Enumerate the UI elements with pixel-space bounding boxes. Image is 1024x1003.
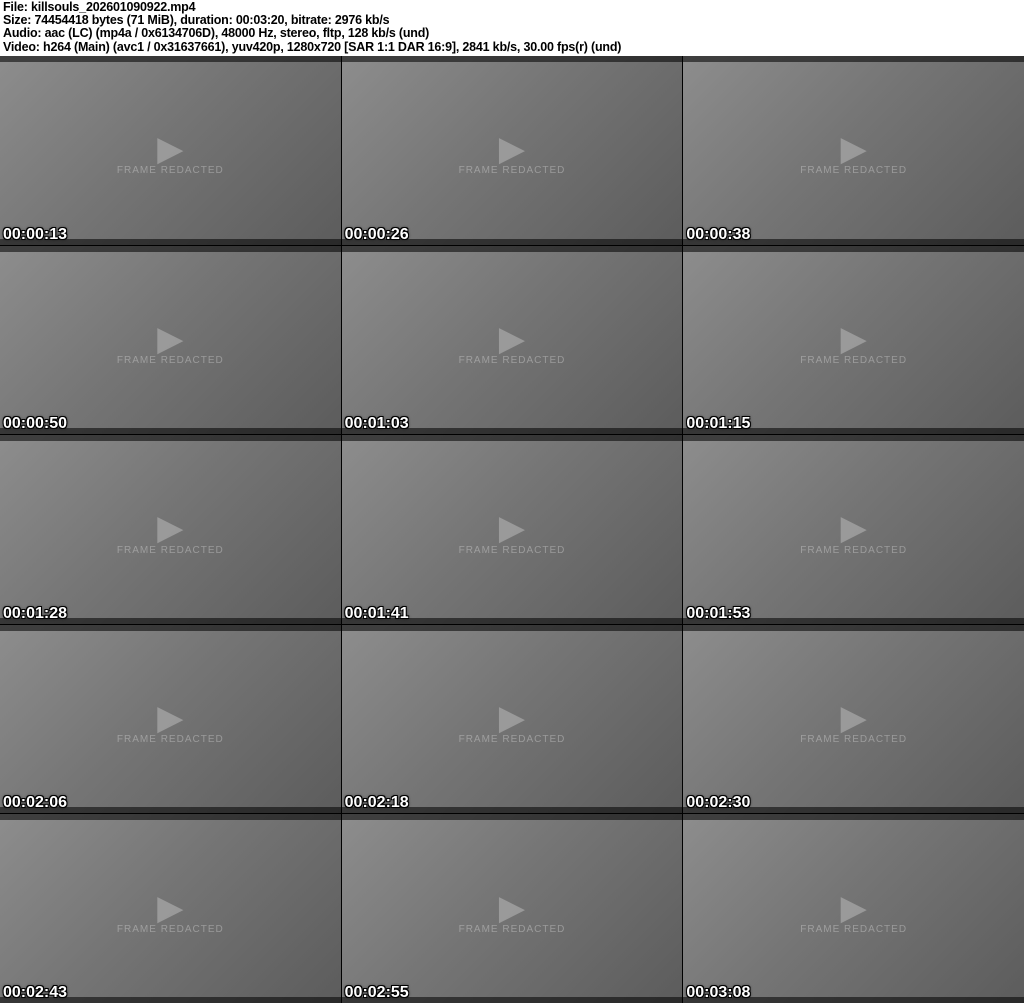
thumbnail-frame: ▶ frame redacted 00:00:50 [0,245,341,435]
timestamp-overlay: 00:00:50 [3,415,68,433]
timestamp-overlay: 00:01:41 [344,604,409,622]
timestamp-overlay: 00:01:15 [686,415,751,433]
redacted-frame-label: frame redacted [458,165,566,177]
play-icon: ▶ [157,888,184,927]
thumbnail-grid: ▶ frame redacted 00:00:13 ▶ frame redact… [0,56,1024,1003]
play-icon: ▶ [498,130,526,169]
thumbnail-frame: ▶ frame redacted 00:02:06 [0,624,341,814]
thumbnail-frame: ▶ frame redacted 00:01:28 [0,435,341,624]
thumbnail-frame: ▶ frame redacted 00:02:43 [0,814,341,1003]
thumbnail-frame: ▶ frame redacted 00:02:18 [341,624,683,814]
audio-info-line: Audio: aac (LC) (mp4a / 0x6134706D), 480… [3,26,430,41]
play-icon: ▶ [840,320,867,359]
redacted-frame-label: frame redacted [458,923,566,935]
redacted-frame-label: frame redacted [116,923,224,935]
play-icon: ▶ [157,320,184,359]
timestamp-overlay: 00:02:06 [3,794,68,812]
redacted-frame-label: frame redacted [800,165,908,177]
play-icon: ▶ [498,320,526,359]
timestamp-overlay: 00:02:55 [344,984,409,1001]
redacted-frame-label: frame redacted [800,354,908,366]
play-icon: ▶ [157,130,184,169]
video-info-line: Video: h264 (Main) (avc1 / 0x31637661), … [3,39,622,54]
thumbnail-frame: ▶ frame redacted 00:00:13 [0,56,341,245]
redacted-frame-label: frame redacted [116,544,224,556]
play-icon: ▶ [840,509,867,548]
thumbnail-frame: ▶ frame redacted 00:00:38 [683,56,1024,245]
redacted-frame-label: frame redacted [116,354,224,366]
redacted-frame-label: frame redacted [800,923,908,935]
thumbnail-frame: ▶ frame redacted 00:02:30 [683,624,1024,814]
timestamp-overlay: 00:03:08 [686,984,751,1001]
play-icon: ▶ [157,509,184,548]
thumbnail-frame: ▶ frame redacted 00:01:15 [683,245,1024,435]
video-contact-sheet: File: killsouls_202601090922.mp4 Size: 7… [0,0,1024,1003]
thumbnail-frame: ▶ frame redacted 00:03:08 [683,814,1024,1003]
thumbnail-frame: ▶ frame redacted 00:01:41 [341,435,683,624]
play-icon: ▶ [840,130,867,169]
redacted-frame-label: frame redacted [116,165,224,177]
redacted-frame-label: frame redacted [800,734,908,746]
play-icon: ▶ [157,699,184,738]
redacted-frame-label: frame redacted [116,734,224,746]
timestamp-overlay: 00:01:28 [3,604,68,622]
timestamp-overlay: 00:02:18 [344,794,409,812]
play-icon: ▶ [498,888,526,927]
play-icon: ▶ [498,699,526,738]
play-icon: ▶ [840,699,867,738]
thumbnail-frame: ▶ frame redacted 00:00:26 [341,56,683,245]
media-info-header: File: killsouls_202601090922.mp4 Size: 7… [0,0,1024,56]
thumbnail-frame: ▶ frame redacted 00:02:55 [341,814,683,1003]
timestamp-overlay: 00:01:03 [344,415,409,433]
timestamp-overlay: 00:00:13 [3,225,68,243]
play-icon: ▶ [498,509,526,548]
timestamp-overlay: 00:00:38 [686,225,751,243]
play-icon: ▶ [840,888,867,927]
timestamp-overlay: 00:01:53 [686,604,751,622]
thumbnail-frame: ▶ frame redacted 00:01:03 [341,245,683,435]
thumbnail-frame: ▶ frame redacted 00:01:53 [683,435,1024,624]
redacted-frame-label: frame redacted [458,544,566,556]
timestamp-overlay: 00:02:30 [686,794,751,812]
redacted-frame-label: frame redacted [800,544,908,556]
redacted-frame-label: frame redacted [458,354,566,366]
timestamp-overlay: 00:02:43 [3,984,68,1001]
redacted-frame-label: frame redacted [458,734,566,746]
timestamp-overlay: 00:00:26 [344,225,409,243]
